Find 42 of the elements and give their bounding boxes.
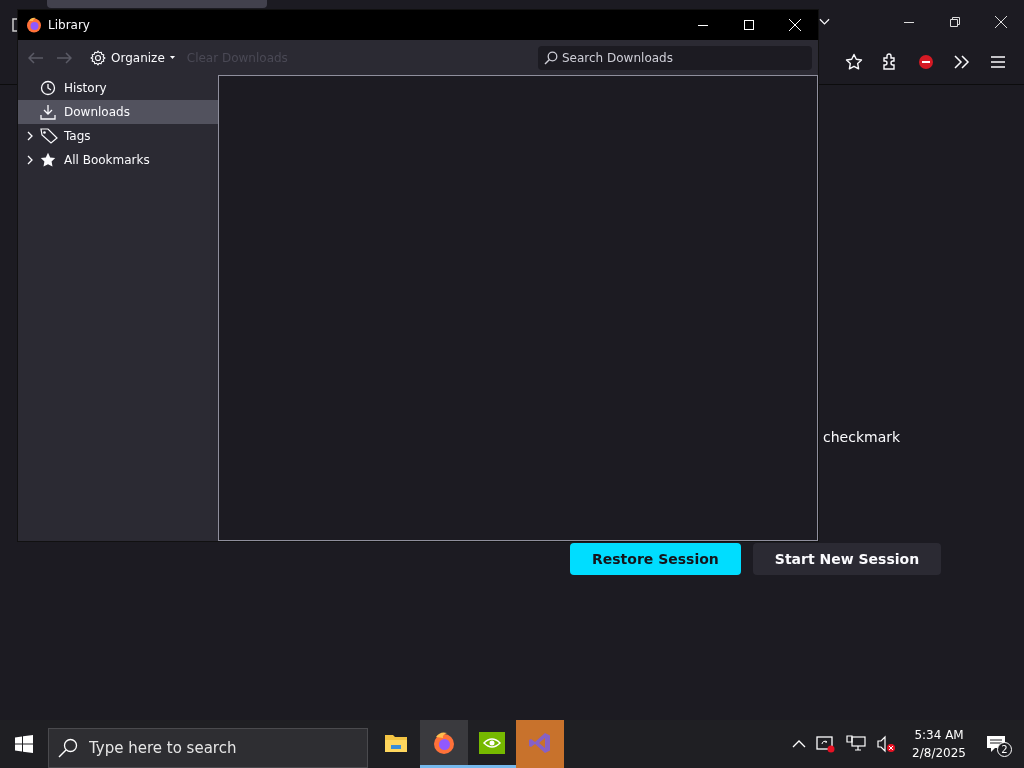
window-title: Library [48, 17, 90, 34]
body-text: checkmark [823, 428, 902, 447]
close-icon [789, 19, 801, 31]
forward-arrow-icon [56, 51, 72, 64]
double-chevron-icon [953, 55, 971, 69]
new-session-button[interactable]: Start New Session [752, 543, 942, 575]
star-icon [845, 53, 863, 71]
caret-icon [169, 56, 175, 59]
minimize-icon [904, 21, 914, 23]
infinity-logo-icon [528, 730, 552, 755]
clock[interactable]: 5:34 AM 2/8/2025 [904, 726, 974, 762]
shield-icon [917, 53, 935, 71]
tag-icon [40, 128, 58, 144]
clock-icon [40, 80, 56, 96]
settings-icon [90, 49, 106, 66]
notification-count: 2 [997, 742, 1012, 757]
muted-speaker-icon [876, 735, 897, 753]
maximize-icon [744, 20, 754, 30]
folder-icon [384, 732, 408, 753]
chevron-icon [819, 18, 830, 26]
sidebar-item[interactable]: History [18, 76, 218, 100]
taskbar-search-field[interactable]: Type here to search [48, 728, 368, 768]
network-icon [846, 735, 867, 753]
close-icon [995, 16, 1007, 28]
eye-logo-icon [479, 731, 505, 754]
sidebar-item[interactable]: All Bookmarks [18, 148, 218, 172]
monitor-sync-icon [816, 735, 837, 753]
fox-logo-icon [432, 730, 456, 755]
back-arrow-icon [28, 51, 44, 64]
chevron-up-icon [792, 740, 807, 748]
organize-button[interactable]: Organize [86, 46, 179, 69]
restore-icon [950, 17, 960, 27]
sidebar-item[interactable]: Tags [18, 124, 218, 148]
minimize-icon [698, 24, 708, 26]
windows-logo-icon [15, 735, 33, 753]
star-icon [40, 152, 56, 168]
sidebar-item[interactable]: Downloads [18, 100, 218, 124]
fox-logo-icon [26, 17, 42, 33]
restore-session-button[interactable]: Restore Session [570, 543, 741, 575]
search-field[interactable]: Search Downloads [538, 45, 812, 70]
menu-icon [990, 55, 1006, 69]
download-icon [40, 104, 56, 120]
